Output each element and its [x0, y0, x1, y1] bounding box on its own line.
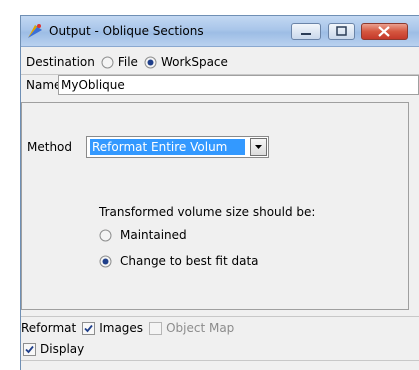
display-label: Display	[40, 342, 85, 356]
reformat-label: Reformat	[21, 321, 77, 335]
radio-file[interactable]	[101, 56, 114, 69]
radio-change-best-fit[interactable]	[99, 255, 112, 268]
name-label: Name	[26, 78, 62, 92]
output-dialog: Output - Oblique Sections Destination Fi…	[20, 15, 419, 370]
radio-maintained[interactable]	[99, 229, 112, 242]
method-select[interactable]: Reformat Entire Volum	[86, 136, 269, 158]
method-selected-value: Reformat Entire Volum	[90, 139, 245, 155]
name-input[interactable]	[58, 75, 419, 95]
destination-row: Destination File WorkSpace	[21, 52, 419, 72]
reformat-row: Reformat Images Object Map	[21, 316, 419, 339]
divider	[21, 360, 419, 361]
object-map-checkbox[interactable]	[149, 321, 163, 335]
close-button[interactable]	[361, 23, 408, 40]
minimize-icon	[301, 33, 311, 35]
radio-file-label: File	[117, 55, 138, 69]
display-checkbox[interactable]	[23, 342, 36, 356]
maximize-icon	[336, 26, 347, 36]
radio-maintained-label: Maintained	[120, 228, 187, 242]
radio-workspace-label: WorkSpace	[160, 55, 228, 69]
display-row: Display	[21, 339, 419, 359]
images-checkbox[interactable]	[82, 321, 96, 335]
radio-change-best-fit-label: Change to best fit data	[120, 254, 259, 268]
dropdown-button[interactable]	[250, 138, 267, 156]
option-change-best-fit[interactable]: Change to best fit data	[99, 254, 265, 268]
radio-workspace[interactable]	[144, 56, 157, 69]
option-maintained[interactable]: Maintained	[99, 228, 193, 242]
destination-label: Destination	[26, 55, 95, 69]
method-label: Method	[27, 140, 73, 154]
maximize-button[interactable]	[328, 23, 355, 40]
method-panel: Method Reformat Entire Volum Transformed…	[21, 102, 409, 310]
window-title: Output - Oblique Sections	[49, 24, 204, 38]
transform-label: Transformed volume size should be:	[99, 205, 316, 219]
app-icon	[28, 24, 42, 38]
name-row: Name	[21, 74, 419, 95]
object-map-label: Object Map	[166, 321, 235, 335]
images-label: Images	[99, 321, 144, 335]
close-icon	[378, 26, 390, 37]
title-bar[interactable]: Output - Oblique Sections	[21, 16, 419, 47]
chevron-down-icon	[255, 145, 262, 149]
minimize-button[interactable]	[291, 23, 321, 40]
